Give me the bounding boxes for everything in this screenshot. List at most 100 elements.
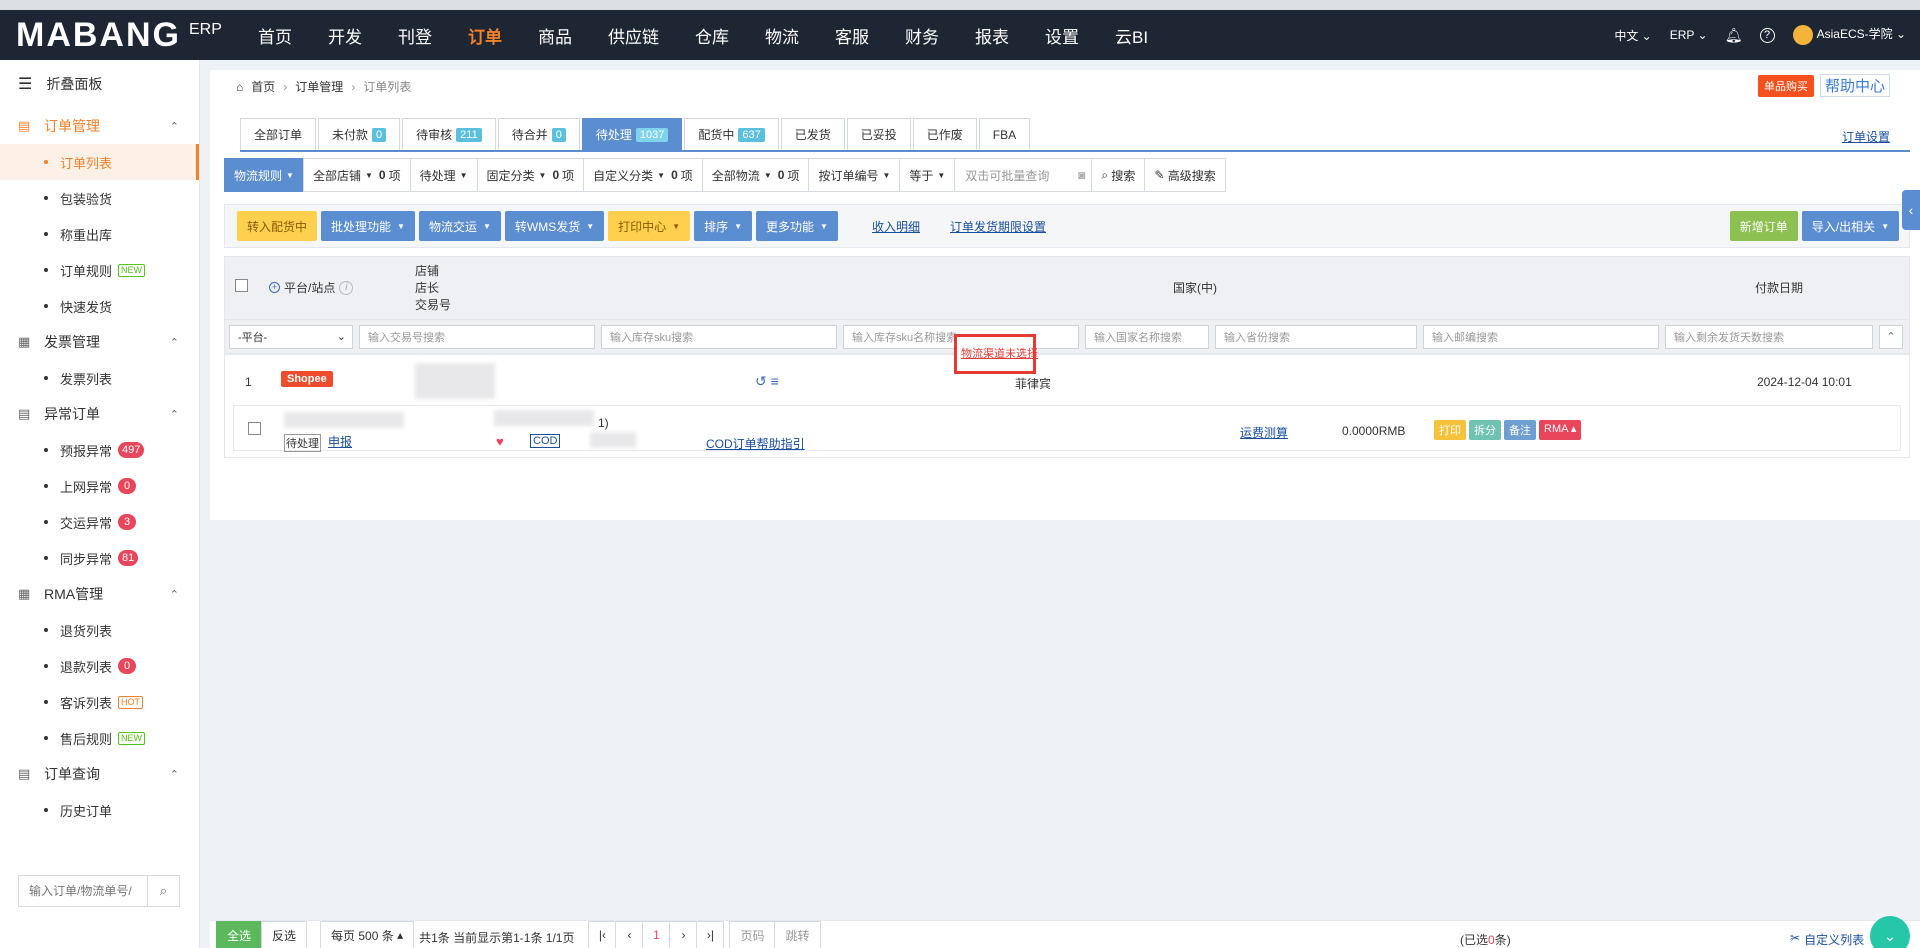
province-search-input[interactable]: 输入省份搜索	[1215, 324, 1417, 349]
print-center-button[interactable]: 打印中心 ▼	[608, 211, 691, 241]
last-page-icon[interactable]: ›|	[696, 921, 725, 948]
new-order-button[interactable]: 新增订单	[1729, 211, 1798, 241]
nav-item-4[interactable]: 商品	[520, 10, 590, 60]
sidebar-item-3-1[interactable]: 退款列表 0	[0, 648, 199, 684]
nav-item-11[interactable]: 设置	[1027, 10, 1097, 60]
collapse-up-icon[interactable]: ⌃	[1879, 324, 1903, 349]
logistics-unselected-link[interactable]: 物流渠道未选择	[961, 345, 1038, 361]
ship-deadline-link[interactable]: 订单发货期限设置	[950, 218, 1046, 235]
logistics-rule-dropdown[interactable]: 物流规则 ▼	[224, 158, 304, 192]
collapse-panel-button[interactable]: ☰ 折叠面板	[0, 60, 199, 108]
invert-selection-button[interactable]: 反选	[261, 921, 308, 948]
nav-item-3[interactable]: 订单	[450, 10, 520, 60]
sidebar-group-2[interactable]: ▤ 异常订单 ⌃	[0, 396, 199, 432]
rma-button[interactable]: RMA ▴	[1539, 420, 1582, 440]
query-input[interactable]: 双击可批量查询 ◙	[954, 158, 1093, 192]
zip-search-input[interactable]: 输入邮编搜索	[1423, 324, 1659, 349]
language-switch[interactable]: 中文 ⌄	[1614, 27, 1651, 44]
page-size-select[interactable]: 每页 500 条 ▴	[320, 921, 415, 948]
nav-item-7[interactable]: 物流	[747, 10, 817, 60]
nav-item-9[interactable]: 财务	[887, 10, 957, 60]
sidebar-item-2-1[interactable]: 上网异常 0	[0, 468, 199, 504]
info-icon[interactable]: i	[339, 280, 354, 295]
nav-item-5[interactable]: 供应链	[590, 10, 677, 60]
match-mode-dropdown[interactable]: 等于 ▼	[899, 158, 956, 192]
sidebar-item-2-2[interactable]: 交运异常 3	[0, 504, 199, 540]
help-center-link[interactable]: 帮助中心	[1819, 74, 1890, 97]
prev-page-icon[interactable]: ‹	[615, 921, 644, 948]
tab-3[interactable]: 待合并 0	[497, 118, 580, 150]
sidebar-item-2-3[interactable]: 同步异常 81	[0, 540, 199, 576]
sidebar-group-3[interactable]: ▦ RMA管理 ⌃	[0, 576, 199, 612]
tab-9[interactable]: FBA	[978, 118, 1031, 150]
country-search-input[interactable]: 输入国家名称搜索	[1085, 324, 1209, 349]
home-icon[interactable]: ⌂	[236, 80, 243, 94]
sidebar-item-3-3[interactable]: 售后规则 NEW	[0, 720, 199, 756]
split-button[interactable]: 拆分	[1469, 420, 1501, 440]
chevron-left-icon[interactable]: ‹	[1902, 190, 1920, 230]
sort-button[interactable]: 排序 ▼	[694, 211, 753, 241]
first-page-icon[interactable]: |‹	[588, 921, 617, 948]
page-code-input[interactable]: 页码	[729, 921, 776, 948]
sidebar-item-0-1[interactable]: 包装验货	[0, 180, 199, 216]
page-number[interactable]: 1	[642, 921, 671, 948]
sidebar-item-0-4[interactable]: 快速发货	[0, 288, 199, 324]
search-button[interactable]: ⌕ 搜索	[1091, 158, 1146, 192]
declare-link[interactable]: 申报	[328, 433, 352, 450]
to-allocation-button[interactable]: 转入配货中	[237, 211, 318, 241]
select-all-button[interactable]: 全选	[216, 921, 263, 948]
order-settings-link[interactable]: 订单设置	[1842, 128, 1890, 145]
freight-estimate-link[interactable]: 运费测算	[1240, 424, 1288, 441]
order-search-input[interactable]	[19, 876, 147, 906]
search-field-dropdown[interactable]: 按订单编号 ▼	[808, 158, 901, 192]
tab-0[interactable]: 全部订单	[240, 118, 317, 150]
tab-4[interactable]: 待处理 1037	[581, 118, 683, 150]
pending-dropdown[interactable]: 待处理 ▼	[409, 158, 478, 192]
nav-item-6[interactable]: 仓库	[677, 10, 747, 60]
sidebar-item-3-0[interactable]: 退货列表	[0, 612, 199, 648]
tab-7[interactable]: 已妥投	[846, 118, 911, 150]
tab-6[interactable]: 已发货	[780, 118, 845, 150]
logo[interactable]: MABANG ERP	[0, 16, 240, 55]
custom-category-dropdown[interactable]: 自定义分类 ▼ 0 项	[583, 158, 703, 192]
tab-5[interactable]: 配货中 637	[684, 118, 779, 150]
sidebar-item-2-0[interactable]: 预报异常 497	[0, 432, 199, 468]
sidebar-group-0[interactable]: ▤ 订单管理 ⌃	[0, 108, 199, 144]
erp-switch[interactable]: ERP ⌄	[1670, 28, 1708, 42]
expand-icon[interactable]: +	[269, 282, 280, 293]
platform-select[interactable]: -平台- ⌄	[229, 324, 353, 349]
note-button[interactable]: 备注	[1504, 420, 1536, 440]
cod-help-link[interactable]: COD订单帮助指引	[706, 435, 805, 452]
all-logistics-dropdown[interactable]: 全部物流 ▼ 0 项	[701, 158, 810, 192]
days-search-input[interactable]: 输入剩余发货天数搜索	[1665, 324, 1873, 349]
sidebar-item-0-0[interactable]: 订单列表	[0, 144, 199, 180]
sidebar-item-1-0[interactable]: 发票列表	[0, 360, 199, 396]
print-button[interactable]: 打印	[1434, 420, 1466, 440]
custom-columns-link[interactable]: ✂ 自定义列表	[1790, 931, 1864, 948]
wms-ship-button[interactable]: 转WMS发货 ▼	[504, 211, 605, 241]
user-menu[interactable]: AsiaECS-学院 ⌄	[1792, 25, 1906, 45]
tab-2[interactable]: 待审核 211	[402, 118, 496, 150]
batch-functions-button[interactable]: 批处理功能 ▼	[321, 211, 415, 241]
fixed-category-dropdown[interactable]: 固定分类 ▼ 0 项	[476, 158, 585, 192]
help-icon[interactable]: ?	[1759, 27, 1775, 43]
tab-1[interactable]: 未付款 0	[318, 118, 401, 150]
history-icon[interactable]: ↺ ≡	[755, 373, 779, 390]
search-icon[interactable]: ⌕	[147, 876, 179, 906]
more-functions-button[interactable]: 更多功能 ▼	[756, 211, 838, 241]
camera-icon[interactable]: ◙	[1078, 168, 1085, 182]
heart-icon[interactable]: ♥	[496, 434, 504, 449]
sidebar-item-0-3[interactable]: 订单规则 NEW	[0, 252, 199, 288]
advanced-search-button[interactable]: ✎ 高级搜索	[1144, 158, 1226, 192]
breadcrumb-order-management[interactable]: 订单管理	[295, 78, 343, 95]
sku-search-input[interactable]: 输入库存sku搜索	[601, 324, 837, 349]
sidebar-item-4-0[interactable]: 历史订单	[0, 792, 199, 828]
next-page-icon[interactable]: ›	[669, 921, 698, 948]
scroll-down-icon[interactable]: ⌄	[1870, 916, 1910, 948]
jump-button[interactable]: 跳转	[774, 921, 821, 948]
nav-item-1[interactable]: 开发	[310, 10, 380, 60]
breadcrumb-home[interactable]: 首页	[251, 78, 275, 95]
import-export-button[interactable]: 导入/出相关 ▼	[1801, 211, 1899, 241]
nav-item-10[interactable]: 报表	[957, 10, 1027, 60]
nav-item-12[interactable]: 云BI	[1097, 10, 1166, 60]
